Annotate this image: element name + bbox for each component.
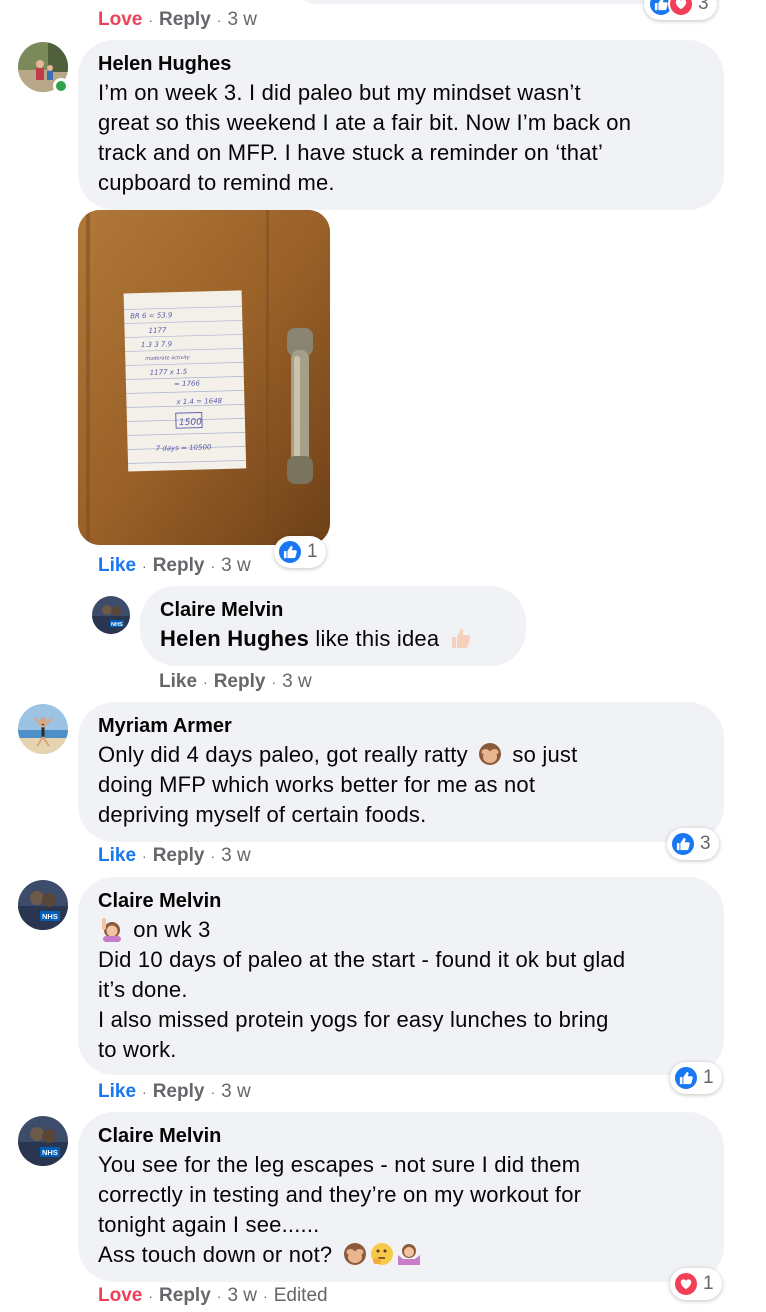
svg-text:= 1766: = 1766 bbox=[174, 380, 201, 389]
svg-text:x 1.4 = 1648: x 1.4 = 1648 bbox=[175, 397, 222, 406]
comment-actions: Like · Reply · 3 w bbox=[159, 671, 312, 692]
comment-text: on wk 3 Did 10 days of paleo at the star… bbox=[98, 917, 626, 1062]
like-link[interactable]: Like bbox=[98, 1081, 136, 1102]
reply-link[interactable]: Reply bbox=[159, 9, 211, 30]
svg-text:NHS: NHS bbox=[42, 912, 58, 921]
svg-text:NHS: NHS bbox=[42, 1148, 58, 1157]
comment-bubble: Claire Melvin Helen Hughes like this ide… bbox=[140, 586, 526, 666]
reaction-count: 1 bbox=[703, 1067, 714, 1088]
comment-author[interactable]: Claire Melvin bbox=[98, 889, 704, 913]
edited-label: Edited bbox=[273, 1285, 328, 1306]
like-link[interactable]: Like bbox=[98, 845, 136, 866]
svg-text:moderate activity: moderate activity bbox=[145, 355, 191, 362]
comment-text: You see for the leg escapes - not sure I… bbox=[98, 1152, 582, 1267]
timestamp: 3 w bbox=[221, 1081, 251, 1102]
comment-author[interactable]: Myriam Armer bbox=[98, 714, 704, 738]
avatar[interactable]: NHS bbox=[18, 880, 68, 930]
svg-text:1500: 1500 bbox=[179, 418, 202, 429]
avatar[interactable]: NHS bbox=[92, 596, 130, 634]
reaction-count: 1 bbox=[703, 1273, 714, 1294]
reply-link[interactable]: Reply bbox=[214, 671, 266, 692]
love-link[interactable]: Love bbox=[98, 9, 142, 30]
svg-text:1177: 1177 bbox=[148, 326, 167, 334]
avatar[interactable]: NHS bbox=[18, 1116, 68, 1166]
comment-photo[interactable]: BR 6 = 53.9 1177 1.3 3 7.9 moderate acti… bbox=[78, 210, 330, 545]
timestamp: 3 w bbox=[282, 671, 312, 692]
svg-text:BR 6 = 53.9: BR 6 = 53.9 bbox=[130, 311, 173, 320]
comment-text: Helen Hughes like this idea bbox=[160, 624, 506, 654]
reply-link[interactable]: Reply bbox=[153, 845, 205, 866]
comment-author[interactable]: Helen Hughes bbox=[98, 52, 704, 76]
love-reaction-icon bbox=[668, 0, 694, 17]
like-link[interactable]: Like bbox=[159, 671, 197, 692]
avatar[interactable] bbox=[18, 704, 68, 754]
top-comment-actions: Love · Reply · 3 w bbox=[98, 9, 258, 30]
comment-actions: Like · Reply · 3 w bbox=[98, 1081, 251, 1102]
timestamp: 3 w bbox=[221, 845, 251, 866]
svg-text:7 days = 10500: 7 days = 10500 bbox=[156, 443, 213, 452]
comment-author[interactable]: Claire Melvin bbox=[98, 1124, 704, 1148]
mention-tag[interactable]: Helen Hughes bbox=[160, 626, 309, 651]
reaction-summary[interactable]: 3 bbox=[667, 828, 719, 860]
comment-text: I’m on week 3. I did paleo but my mindse… bbox=[98, 80, 632, 195]
reply-link[interactable]: Reply bbox=[153, 1081, 205, 1102]
see-no-evil-monkey-emoji bbox=[479, 743, 502, 765]
timestamp: 3 w bbox=[221, 555, 251, 576]
timestamp: 3 w bbox=[227, 1285, 258, 1306]
reaction-summary[interactable]: 1 bbox=[670, 1062, 722, 1094]
like-link[interactable]: Like bbox=[98, 555, 136, 576]
svg-text:1177 x 1.5: 1177 x 1.5 bbox=[150, 368, 188, 377]
svg-text:1.3 3 7.9: 1.3 3 7.9 bbox=[141, 340, 173, 349]
like-reaction-icon bbox=[277, 539, 303, 565]
comment-bubble: Helen Hughes I’m on week 3. I did paleo … bbox=[78, 40, 724, 210]
reply-link[interactable]: Reply bbox=[159, 1285, 211, 1306]
reply-link[interactable]: Reply bbox=[153, 555, 205, 576]
see-no-evil-monkey-emoji bbox=[343, 1243, 366, 1265]
comment-actions: Like · Reply · 3 w bbox=[98, 555, 251, 576]
reaction-summary[interactable]: 1 bbox=[670, 1268, 722, 1300]
comment-bubble: Myriam Armer Only did 4 days paleo, got … bbox=[78, 702, 724, 842]
reaction-summary[interactable]: 3 bbox=[644, 0, 717, 20]
love-link[interactable]: Love bbox=[98, 1285, 142, 1306]
thinking-face-emoji bbox=[370, 1243, 393, 1265]
shrugging-emoji bbox=[397, 1244, 420, 1265]
reaction-count: 3 bbox=[698, 0, 709, 14]
thumbs-up-emoji bbox=[452, 629, 471, 648]
like-reaction-icon bbox=[673, 1065, 699, 1091]
comment-bubble: Claire Melvin on wk 3 Did 10 days of pal… bbox=[78, 877, 724, 1075]
comment-author[interactable]: Claire Melvin bbox=[160, 598, 506, 622]
like-reaction-icon bbox=[670, 831, 696, 857]
reaction-count: 1 bbox=[307, 541, 318, 562]
comment-bubble: Claire Melvin You see for the leg escape… bbox=[78, 1112, 724, 1282]
timestamp: 3 w bbox=[227, 9, 258, 30]
online-status-indicator bbox=[53, 78, 69, 94]
comment-actions: Love · Reply · 3 w · Edited bbox=[98, 1285, 328, 1306]
svg-text:NHS: NHS bbox=[111, 622, 123, 628]
comment-actions: Like · Reply · 3 w bbox=[98, 845, 251, 866]
reaction-summary[interactable]: 1 bbox=[274, 536, 326, 568]
love-reaction-icon bbox=[673, 1271, 699, 1297]
reaction-count: 3 bbox=[700, 833, 711, 854]
raising-hand-emoji bbox=[102, 918, 121, 942]
comment-text: Only did 4 days paleo, got really ratty … bbox=[98, 742, 578, 827]
